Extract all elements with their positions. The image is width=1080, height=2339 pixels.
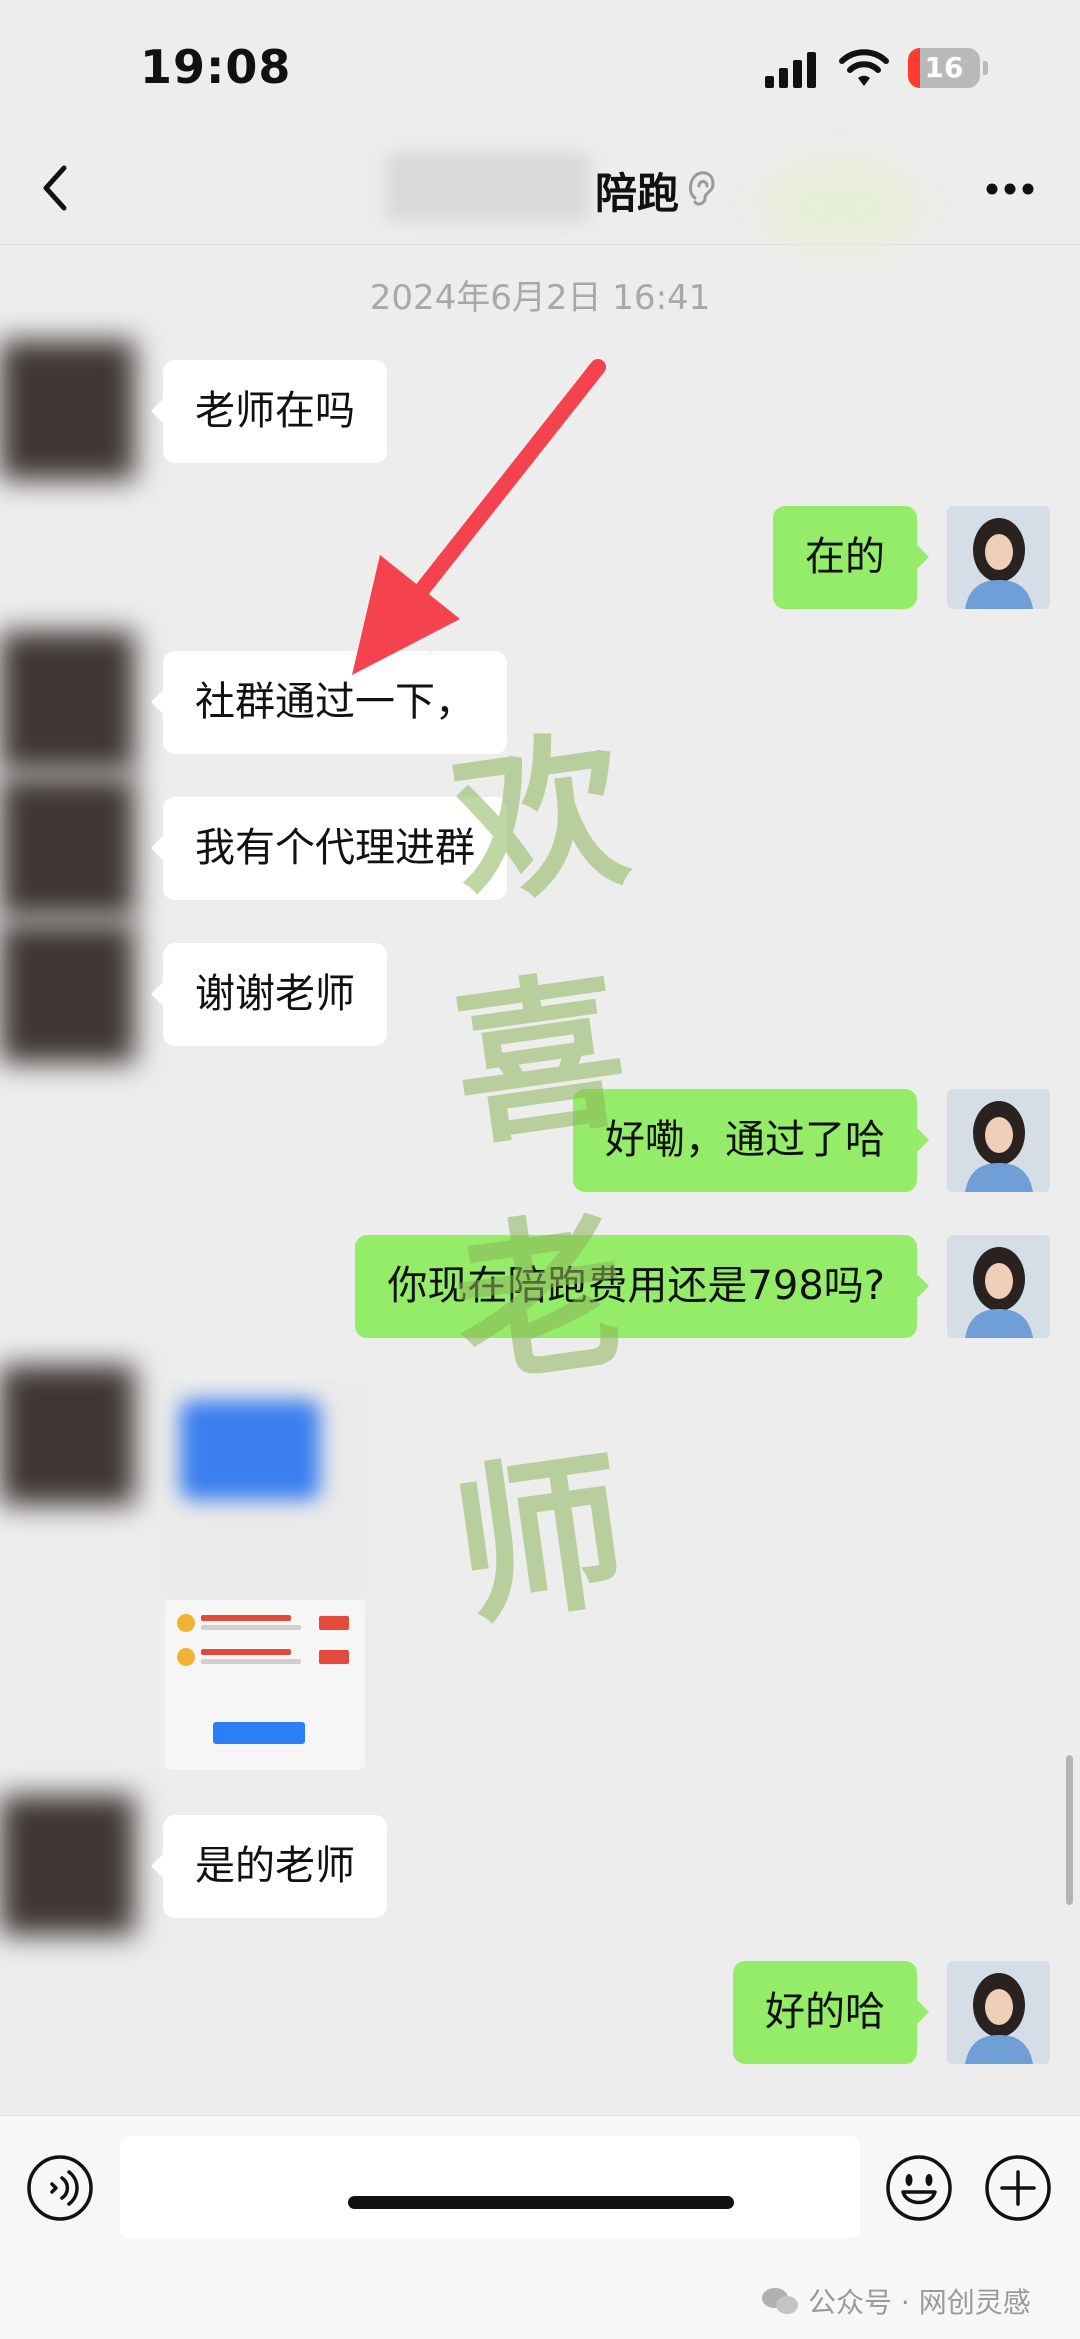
avatar-contact-blurred[interactable] xyxy=(0,340,135,480)
wechat-icon xyxy=(762,2288,798,2314)
voice-icon[interactable] xyxy=(26,2154,94,2222)
message-bubble-incoming[interactable]: 是的老师 xyxy=(151,1815,387,1918)
message-bubble-incoming[interactable]: 我有个代理进群 xyxy=(151,797,507,900)
plus-icon[interactable] xyxy=(984,2154,1052,2222)
avatar-self[interactable] xyxy=(947,506,1050,609)
message-input[interactable] xyxy=(120,2136,860,2238)
emoji-icon[interactable] xyxy=(885,2154,953,2222)
blurred-overlay xyxy=(760,160,920,250)
nav-bar: 陪跑 xyxy=(0,130,1080,250)
message-bubble-outgoing[interactable]: 在的 xyxy=(773,506,929,609)
wifi-icon xyxy=(839,49,889,86)
avatar-self[interactable] xyxy=(947,1961,1050,2064)
more-dots-icon[interactable] xyxy=(985,182,1035,196)
avatar-contact-blurred[interactable] xyxy=(0,1795,135,1935)
blurred-contact-name xyxy=(385,152,590,222)
avatar-contact-blurred[interactable] xyxy=(0,777,135,917)
message-bubble-incoming[interactable]: 谢谢老师 xyxy=(151,943,387,1046)
ear-icon xyxy=(689,171,715,206)
status-bar: 19:08 16 xyxy=(0,0,1080,130)
avatar-contact-blurred[interactable] xyxy=(0,923,135,1063)
message-bubble-outgoing[interactable]: 好嘞，通过了哈 xyxy=(573,1089,929,1192)
avatar-contact-blurred[interactable] xyxy=(0,1365,135,1505)
message-bubble-incoming[interactable]: 老师在吗 xyxy=(151,360,387,463)
wechat-credit: 公众号 · 网创灵感 xyxy=(760,2281,1031,2321)
avatar-contact-blurred[interactable] xyxy=(0,631,135,771)
credit-text: 公众号 · 网创灵感 xyxy=(808,2286,1031,2319)
message-bubble-incoming[interactable]: 社群通过一下， xyxy=(151,651,507,754)
scrollbar[interactable] xyxy=(1066,1755,1073,1905)
avatar-self[interactable] xyxy=(947,1235,1050,1338)
chat-title[interactable]: 陪跑 xyxy=(595,160,679,221)
battery-level: 16 xyxy=(924,51,964,84)
avatar-self[interactable] xyxy=(947,1089,1050,1192)
status-time: 19:08 xyxy=(140,40,292,94)
input-bar: 公众号 · 网创灵感 xyxy=(0,2115,1080,2339)
chat-timestamp: 2024年6月2日 16:41 xyxy=(369,278,711,318)
battery-indicator: 16 xyxy=(908,48,988,88)
signal-icon xyxy=(765,52,816,88)
message-bubble-outgoing[interactable]: 好的哈 xyxy=(733,1961,929,2064)
chevron-left-icon[interactable] xyxy=(36,158,76,218)
watermark-char: 师 xyxy=(441,1429,639,1651)
message-bubble-outgoing[interactable]: 你现在陪跑费用还是798吗? xyxy=(355,1235,929,1338)
home-indicator[interactable] xyxy=(348,2196,734,2209)
image-message[interactable] xyxy=(160,1380,370,1770)
